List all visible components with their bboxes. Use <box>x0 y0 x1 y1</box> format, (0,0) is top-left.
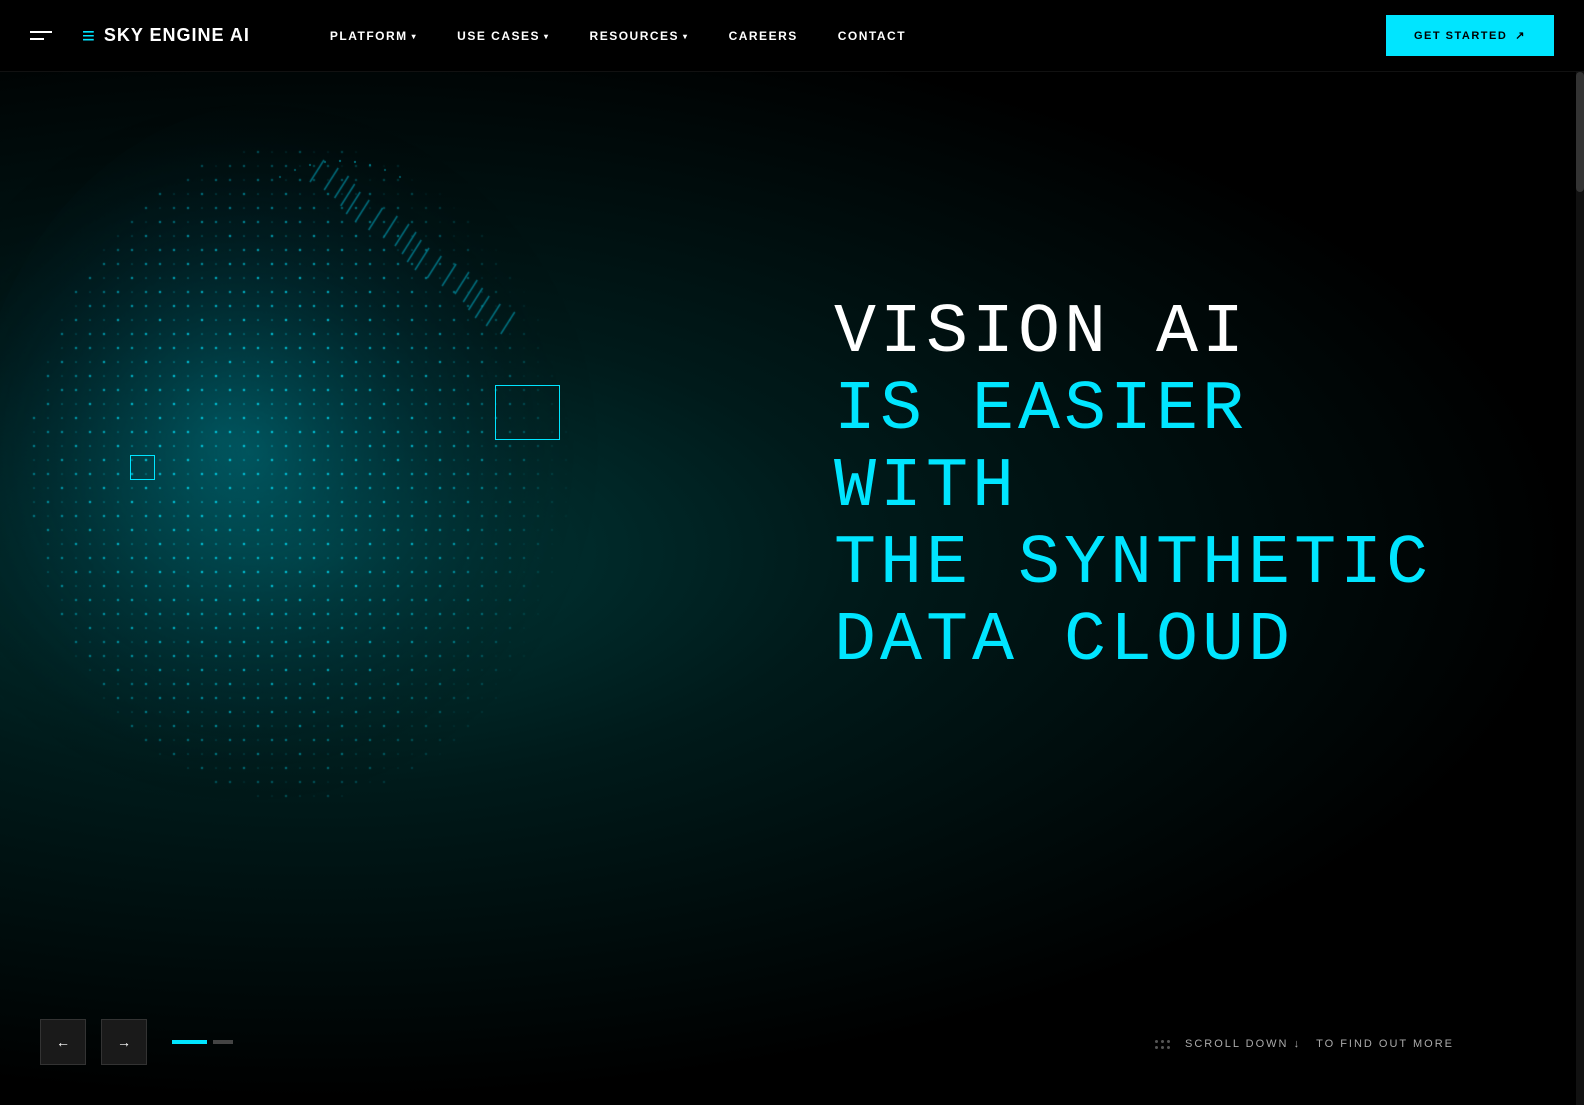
scroll-down-text: SCROLL DOWN ↓ <box>1185 1038 1301 1050</box>
scroll-find-text: TO FIND OUT MORE <box>1316 1038 1454 1050</box>
decorative-rect-1 <box>495 385 560 440</box>
sphere-visualization <box>0 72 660 872</box>
nav-contact[interactable]: CONTACT <box>818 3 926 69</box>
use-cases-chevron-icon: ▾ <box>544 32 550 41</box>
logo-icon: ≡ <box>82 23 96 49</box>
prev-slide-button[interactable]: ← <box>40 1019 86 1065</box>
scroll-down-arrow-icon: ↓ <box>1294 1038 1302 1050</box>
prev-arrow-icon: ← <box>56 1034 70 1050</box>
logo[interactable]: ≡ SKY ENGINE AI <box>82 23 250 49</box>
next-slide-button[interactable]: → <box>101 1019 147 1065</box>
get-started-button[interactable]: GET STARTED ↗ <box>1386 15 1554 56</box>
nav-links: PLATFORM ▾ USE CASES ▾ RESOURCES ▾ CAREE… <box>310 3 926 69</box>
nav-platform[interactable]: PLATFORM ▾ <box>310 3 437 69</box>
navbar: ≡ SKY ENGINE AI PLATFORM ▾ USE CASES ▾ R… <box>0 0 1584 72</box>
nav-use-cases[interactable]: USE CASES ▾ <box>437 3 569 69</box>
slide-controls: ← → <box>40 1019 233 1065</box>
resources-chevron-icon: ▾ <box>683 32 689 41</box>
hero-section: VISION AI IS EASIER WITH THE SYNTHETIC D… <box>0 0 1584 1105</box>
hero-title-cyan: IS EASIER WITH THE SYNTHETIC DATA CLOUD <box>834 372 1454 680</box>
platform-chevron-icon: ▾ <box>412 32 418 41</box>
hero-title-white: VISION AI <box>834 295 1454 372</box>
scrollbar-thumb[interactable] <box>1576 72 1584 192</box>
scroll-hint: SCROLL DOWN ↓ TO FIND OUT MORE <box>1155 1038 1454 1050</box>
next-arrow-icon: → <box>117 1034 131 1050</box>
scrollbar[interactable] <box>1576 72 1584 1105</box>
logo-text: SKY ENGINE AI <box>104 25 250 46</box>
slide-dot-inactive <box>213 1040 233 1044</box>
decorative-rect-2 <box>130 455 155 480</box>
nav-careers[interactable]: CAREERS <box>709 3 818 69</box>
get-started-arrow-icon: ↗ <box>1515 29 1526 42</box>
slide-indicator <box>172 1040 233 1044</box>
hero-content: VISION AI IS EASIER WITH THE SYNTHETIC D… <box>834 295 1454 951</box>
nav-resources[interactable]: RESOURCES ▾ <box>570 3 709 69</box>
scroll-hint-decoration <box>1155 1040 1170 1049</box>
hamburger-menu[interactable] <box>30 31 52 40</box>
slide-dot-active <box>172 1040 207 1044</box>
sphere-canvas <box>0 72 660 872</box>
